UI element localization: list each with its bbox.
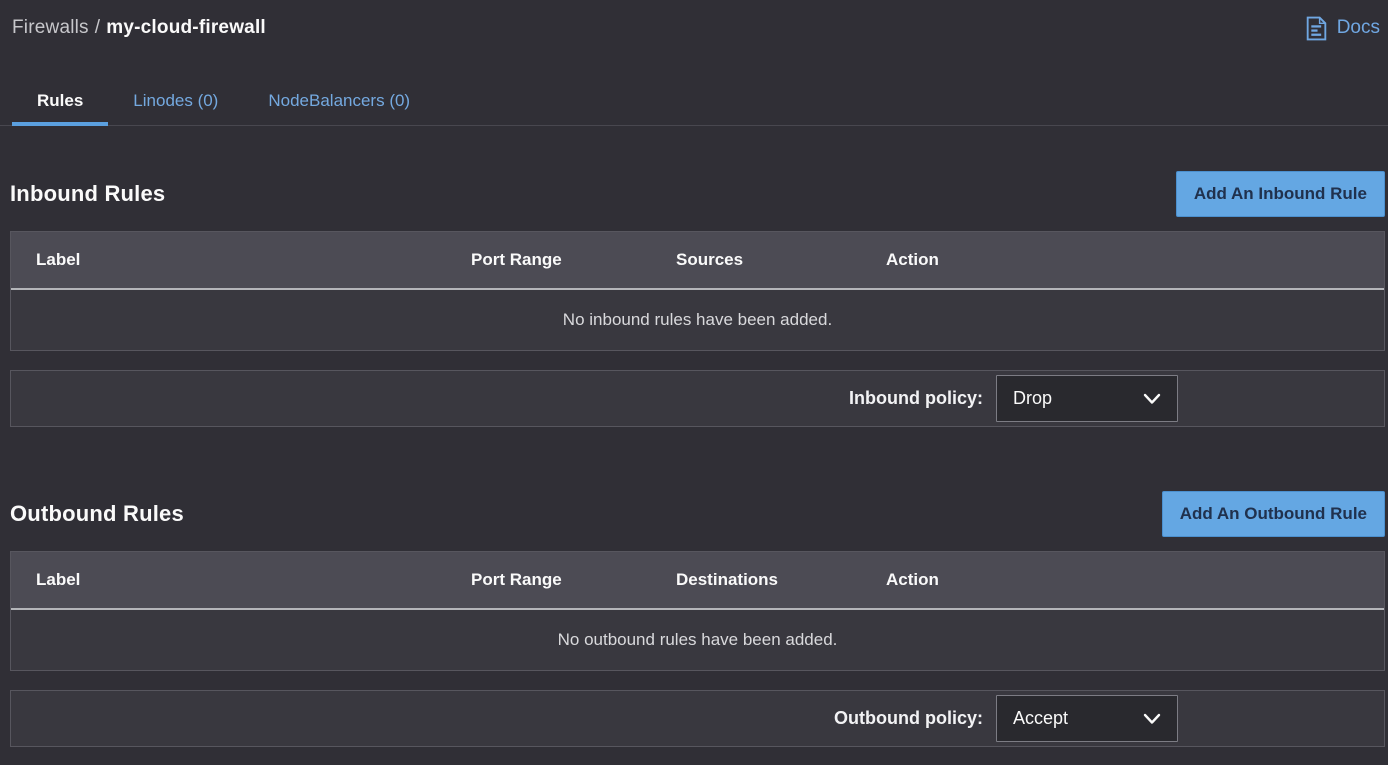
inbound-policy-selected-value: Drop (1013, 388, 1052, 409)
inbound-rules-title: Inbound Rules (10, 181, 165, 207)
outbound-rules-table: Label Port Range Destinations Action No … (10, 551, 1385, 671)
top-bar: Firewalls/my-cloud-firewall Docs (0, 0, 1388, 44)
outbound-policy-row: Outbound policy: Accept (10, 690, 1385, 747)
tab-bar: Rules Linodes (0) NodeBalancers (0) (0, 76, 1388, 126)
inbound-table-header-row: Label Port Range Sources Action (11, 232, 1384, 290)
inbound-policy-row: Inbound policy: Drop (10, 370, 1385, 427)
outbound-column-port-range: Port Range (471, 570, 676, 590)
outbound-column-destinations: Destinations (676, 570, 886, 590)
breadcrumb-separator: / (89, 17, 106, 38)
outbound-column-action: Action (886, 570, 1384, 590)
docs-link[interactable]: Docs (1304, 15, 1382, 42)
breadcrumb-current-firewall: my-cloud-firewall (106, 17, 266, 38)
chevron-down-icon (1143, 393, 1161, 405)
tab-linodes[interactable]: Linodes (0) (108, 76, 243, 126)
inbound-policy-select[interactable]: Drop (996, 375, 1178, 422)
outbound-section-header: Outbound Rules Add An Outbound Rule (10, 491, 1385, 537)
chevron-down-icon (1143, 713, 1161, 725)
inbound-policy-label: Inbound policy: (849, 388, 983, 409)
inbound-column-label: Label (36, 250, 471, 270)
outbound-policy-label: Outbound policy: (834, 708, 983, 729)
outbound-column-label: Label (36, 570, 471, 590)
outbound-table-header-row: Label Port Range Destinations Action (11, 552, 1384, 610)
inbound-column-sources: Sources (676, 250, 886, 270)
inbound-rules-table: Label Port Range Sources Action No inbou… (10, 231, 1385, 351)
document-icon (1304, 15, 1329, 42)
add-outbound-rule-button[interactable]: Add An Outbound Rule (1162, 491, 1385, 537)
docs-link-label: Docs (1337, 17, 1380, 39)
breadcrumb-firewalls-link[interactable]: Firewalls (12, 17, 89, 38)
outbound-policy-select[interactable]: Accept (996, 695, 1178, 742)
add-inbound-rule-button[interactable]: Add An Inbound Rule (1176, 171, 1385, 217)
outbound-rules-title: Outbound Rules (10, 501, 184, 527)
outbound-policy-selected-value: Accept (1013, 708, 1068, 729)
inbound-column-action: Action (886, 250, 1384, 270)
tab-nodebalancers[interactable]: NodeBalancers (0) (243, 76, 435, 126)
inbound-section-header: Inbound Rules Add An Inbound Rule (10, 171, 1385, 217)
outbound-empty-message: No outbound rules have been added. (11, 610, 1384, 670)
inbound-empty-message: No inbound rules have been added. (11, 290, 1384, 350)
breadcrumb: Firewalls/my-cloud-firewall (12, 17, 266, 39)
tab-rules[interactable]: Rules (12, 76, 108, 126)
inbound-column-port-range: Port Range (471, 250, 676, 270)
